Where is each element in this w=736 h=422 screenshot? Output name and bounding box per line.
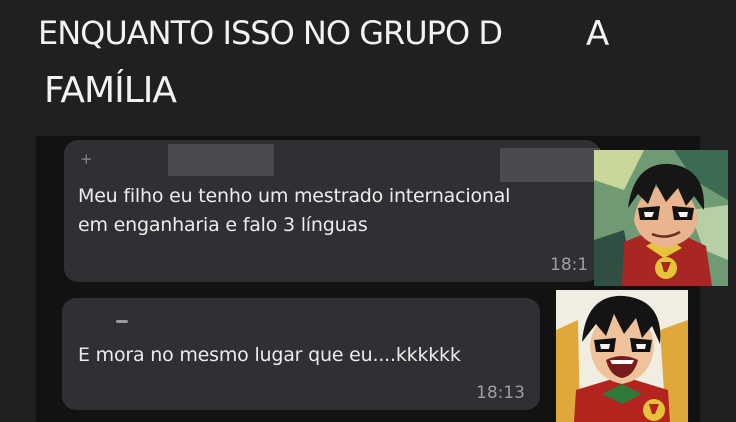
meme-caption-line-1: ENQUANTO ISSO NO GRUPO D: [38, 14, 503, 52]
shouting-robin-comic-panel-icon: [556, 290, 688, 422]
reply-indicator-icon: [116, 320, 128, 323]
message-1-line-1: Meu filho eu tenho um mestrado internaci…: [78, 185, 511, 207]
message-2-text: E mora no mesmo lugar que eu....kkkkkk: [78, 344, 461, 366]
message-1-line-2: em enganharia e falo 3 línguas: [78, 214, 368, 236]
meme-caption-line-2: FAMÍLIA: [44, 70, 177, 111]
sender-phone-redacted: +: [80, 150, 95, 168]
smirking-robin-comic-panel-icon: [594, 150, 728, 286]
redaction-box: [500, 148, 600, 182]
meme-caption-line-1-tail: A: [586, 14, 609, 54]
redaction-box: [168, 144, 274, 176]
message-2-timestamp: 18:13: [476, 383, 525, 403]
message-1-timestamp: 18:1: [550, 255, 589, 275]
